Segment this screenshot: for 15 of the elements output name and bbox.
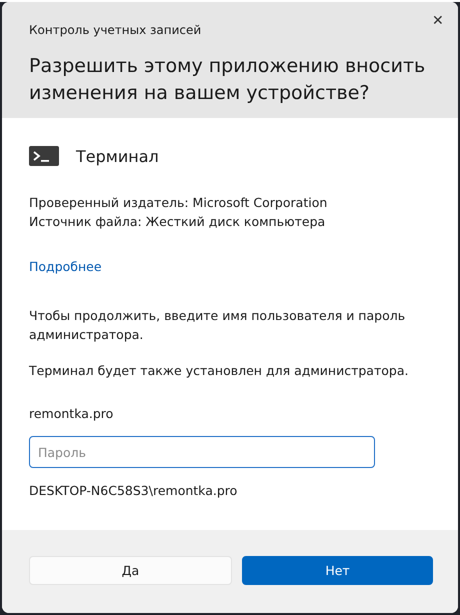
no-button[interactable]: Нет xyxy=(242,556,433,585)
terminal-icon xyxy=(29,146,59,166)
dialog-heading: Разрешить этому приложению вносить изменения на вашем устройстве? xyxy=(29,54,426,106)
note-text: Терминал будет также установлен для администратора. xyxy=(29,362,410,380)
detail-text: Источник файла: Жесткий диск компьютера xyxy=(29,213,326,231)
detail-text: Проверенный издатель: Microsoft Corporation xyxy=(29,194,328,212)
window-title: Контроль учетных записей xyxy=(29,23,202,37)
username: remontka.pro xyxy=(29,405,114,423)
prompt-text: Чтобы продолжить, введите имя пользователя и пароль администратора. xyxy=(29,307,406,344)
more-link[interactable]: Подробнее xyxy=(29,259,102,274)
close-button[interactable]: ✕ xyxy=(426,8,450,32)
account-name: DESKTOP-N6C58S3\remontka.pro xyxy=(29,482,238,500)
app-name: Терминал xyxy=(76,146,159,166)
password-field[interactable]: Пароль xyxy=(29,436,375,468)
yes-button[interactable]: Да xyxy=(29,556,232,585)
